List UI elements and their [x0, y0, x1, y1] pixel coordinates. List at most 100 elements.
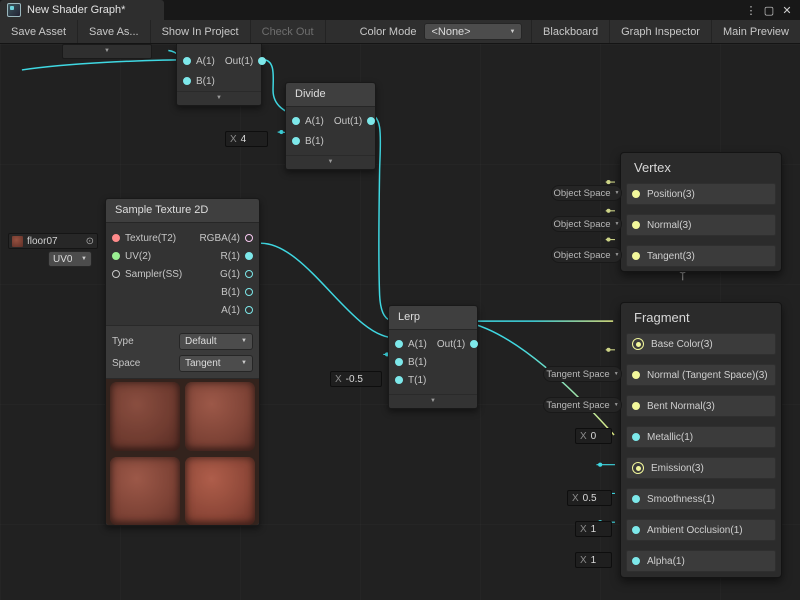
collapse-chevron[interactable]: ▼ — [389, 394, 477, 408]
texture-object-field[interactable]: floor07 ⊙ — [8, 233, 98, 249]
save-asset-button[interactable]: Save Asset — [0, 20, 78, 43]
port-b[interactable] — [245, 288, 253, 296]
port-a[interactable] — [292, 117, 300, 125]
fragment-row-base-color: Base Color(3) — [626, 333, 776, 355]
uv-value: UV0 — [53, 254, 72, 265]
field-value[interactable]: 0 — [591, 431, 597, 442]
port-texture[interactable] — [112, 234, 120, 242]
main-preview-button[interactable]: Main Preview — [711, 20, 800, 43]
field-value[interactable]: 1 — [591, 524, 597, 535]
port-normal-ts[interactable] — [632, 371, 640, 379]
port-g[interactable] — [245, 270, 253, 278]
port-a[interactable] — [183, 57, 191, 65]
vertex-row-tangent: Tangent(3) — [626, 245, 776, 267]
block-title: Vertex — [626, 153, 776, 183]
normal-ts-space-dropdown[interactable]: Tangent Space ▼ — [543, 366, 622, 382]
port-alpha[interactable] — [632, 557, 640, 565]
field-value[interactable]: -0.5 — [346, 374, 363, 385]
show-in-project-button[interactable]: Show In Project — [151, 20, 251, 43]
field-axis-label: X — [572, 493, 579, 504]
normal-space-dropdown[interactable]: Object Space ▼ — [551, 216, 622, 232]
divide-node[interactable]: Divide A(1) Out(1) B(1) ▼ — [285, 82, 376, 170]
tangent-space-dropdown[interactable]: Object Space ▼ — [551, 247, 622, 263]
port-sampler[interactable] — [112, 270, 120, 278]
type-label: Type — [112, 336, 179, 347]
collapse-chevron[interactable]: ▼ — [177, 91, 261, 105]
chevron-down-icon: ▼ — [615, 221, 620, 227]
close-icon[interactable]: ✕ — [780, 4, 794, 17]
port-metallic[interactable] — [632, 433, 640, 441]
port-b[interactable] — [183, 77, 191, 85]
document-tab[interactable]: New Shader Graph* — [0, 0, 164, 20]
port-out[interactable] — [367, 117, 375, 125]
chevron-down-icon[interactable]: ▼ — [104, 48, 110, 54]
color-mode-dropdown[interactable]: <None> ▼ — [424, 23, 522, 40]
space-value: Tangent — [185, 358, 221, 369]
ambient-occlusion-field[interactable]: X 1 — [575, 521, 612, 537]
uv-channel-dropdown[interactable]: UV0 ▼ — [48, 251, 92, 267]
chevron-down-icon: ▼ — [615, 190, 620, 196]
graph-canvas[interactable]: ▼ A(1) Out(1) B(1) ▼ Divide — [0, 44, 800, 600]
lerp-t-field[interactable]: X -0.5 — [330, 371, 382, 387]
port-t[interactable] — [395, 376, 403, 384]
vertex-block[interactable]: Vertex Position(3) Normal(3) Tangent(3) — [620, 152, 782, 272]
port-r[interactable] — [245, 252, 253, 260]
collapsed-node[interactable]: ▼ — [62, 44, 152, 59]
node-title: Divide — [286, 83, 375, 107]
alpha-field[interactable]: X 1 — [575, 552, 612, 568]
vertex-row-normal: Normal(3) — [626, 214, 776, 236]
port-label: Tangent(3) — [647, 251, 695, 262]
texture-thumbnail — [12, 236, 23, 247]
object-picker-icon[interactable]: ⊙ — [86, 236, 94, 247]
port-b[interactable] — [292, 137, 300, 145]
port-normal[interactable] — [632, 221, 640, 229]
lerp-node[interactable]: Lerp A(1) Out(1) B(1) T(1) ▼ — [388, 305, 478, 409]
port-label: B(1) — [221, 287, 240, 298]
position-space-dropdown[interactable]: Object Space ▼ — [551, 185, 622, 201]
type-dropdown[interactable]: Default ▼ — [179, 333, 253, 350]
save-as-button[interactable]: Save As... — [78, 20, 151, 43]
field-value[interactable]: 1 — [591, 555, 597, 566]
collapse-chevron[interactable]: ▼ — [286, 155, 375, 169]
port-out[interactable] — [470, 340, 478, 348]
port-label: Emission(3) — [651, 463, 704, 474]
window-controls: ⋮ ▢ ✕ — [744, 0, 800, 20]
chevron-down-icon: ▼ — [615, 252, 620, 258]
hidden-op-node[interactable]: A(1) Out(1) B(1) ▼ — [176, 44, 262, 106]
wire-sample-r-to-lerp-b[interactable] — [261, 243, 394, 338]
port-b[interactable] — [395, 358, 403, 366]
input-ports: Texture(T2) UV(2) Sampler(SS) — [106, 229, 188, 319]
field-value[interactable]: 0.5 — [583, 493, 597, 504]
smoothness-field[interactable]: X 0.5 — [567, 490, 612, 506]
bent-normal-space-dropdown[interactable]: Tangent Space ▼ — [543, 397, 622, 413]
binding-label: Object Space — [554, 219, 611, 230]
graph-inspector-button[interactable]: Graph Inspector — [609, 20, 711, 43]
port-out[interactable] — [258, 57, 266, 65]
blackboard-button[interactable]: Blackboard — [531, 20, 609, 43]
wire-offscreen-to-hidden-a[interactable] — [22, 60, 198, 70]
port-uv[interactable] — [112, 252, 120, 260]
space-dropdown[interactable]: Tangent ▼ — [179, 355, 253, 372]
metallic-field[interactable]: X 0 — [575, 428, 612, 444]
texture-name: floor07 — [27, 236, 58, 247]
port-label: Ambient Occlusion(1) — [647, 525, 743, 536]
port-smoothness[interactable] — [632, 495, 640, 503]
port-ambient-occlusion[interactable] — [632, 526, 640, 534]
field-value[interactable]: 4 — [241, 134, 247, 145]
port-rgba[interactable] — [245, 234, 253, 242]
more-options-icon[interactable]: ⋮ — [744, 4, 758, 17]
chevron-down-icon: ▼ — [241, 338, 247, 344]
port-tangent[interactable] — [632, 252, 640, 260]
port-emission[interactable] — [632, 462, 644, 474]
port-bent-normal[interactable] — [632, 402, 640, 410]
sample-texture-2d-node[interactable]: Sample Texture 2D Texture(T2) UV(2) Samp… — [105, 198, 260, 526]
port-base-color[interactable] — [632, 338, 644, 350]
fragment-block[interactable]: Fragment Base Color(3) Normal (Tangent S… — [620, 302, 782, 578]
maximize-icon[interactable]: ▢ — [762, 4, 776, 17]
port-position[interactable] — [632, 190, 640, 198]
binding-label: Object Space — [554, 250, 611, 261]
divide-b-field[interactable]: X 4 — [225, 131, 268, 147]
port-label: G(1) — [220, 269, 240, 280]
port-a[interactable] — [245, 306, 253, 314]
port-a[interactable] — [395, 340, 403, 348]
